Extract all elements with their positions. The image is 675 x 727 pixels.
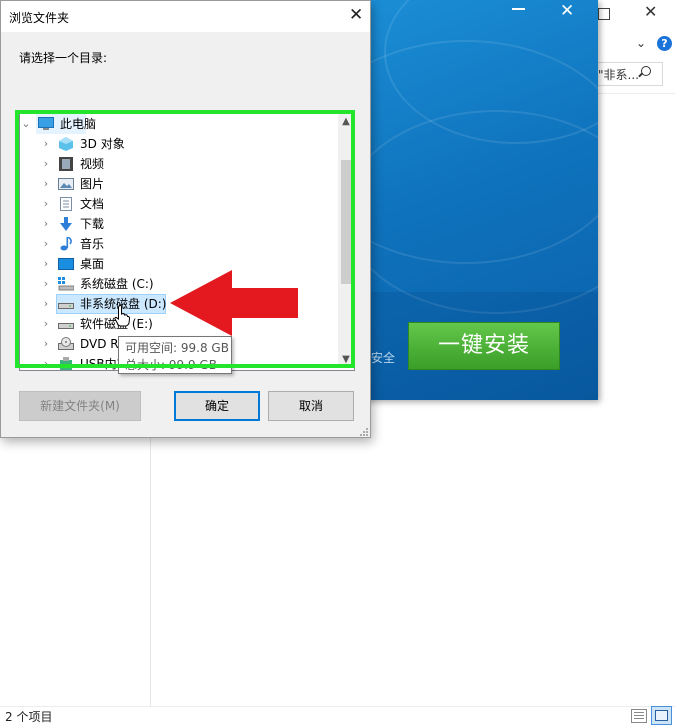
dvd-drive-icon <box>58 337 74 350</box>
resize-grip-icon[interactable] <box>359 427 369 437</box>
tree-item-label: 系统磁盘 (C:) <box>80 277 154 291</box>
tree-item-label: 视频 <box>80 157 105 171</box>
scroll-up-icon[interactable]: ▲ <box>338 114 354 130</box>
scrollbar-thumb[interactable] <box>341 160 351 284</box>
dialog-title: 浏览文件夹 <box>9 11 70 25</box>
desktop-icon <box>58 258 74 270</box>
chevron-right-icon[interactable]: › <box>40 214 52 234</box>
usb-drive-icon <box>60 357 72 370</box>
videos-icon <box>59 157 73 171</box>
tree-item-label: 图片 <box>80 177 105 191</box>
pictures-icon <box>58 178 74 190</box>
maximize-icon[interactable] <box>598 8 610 20</box>
chevron-right-icon[interactable]: › <box>40 274 52 294</box>
chevron-right-icon[interactable]: › <box>40 134 52 154</box>
status-bar <box>0 706 675 727</box>
tree-item-3d-objects[interactable]: › 3D 对象 <box>20 134 340 154</box>
documents-icon <box>60 197 72 211</box>
drive-icon <box>58 303 74 309</box>
chevron-right-icon[interactable]: › <box>40 174 52 194</box>
music-icon <box>60 237 72 251</box>
tree-item-label: 此电脑 <box>60 117 97 131</box>
chevron-right-icon[interactable]: › <box>40 194 52 214</box>
chevron-down-icon[interactable]: ⌄ <box>636 36 646 50</box>
dialog-prompt: 请选择一个目录: <box>19 51 108 65</box>
new-folder-button[interactable]: 新建文件夹(M) <box>19 391 141 421</box>
tree-item-downloads[interactable]: › 下载 <box>20 214 340 234</box>
search-input-text[interactable]: "非系... <box>598 66 639 83</box>
item-count: 2 个项目 <box>5 710 53 724</box>
chevron-right-icon[interactable]: › <box>40 354 52 370</box>
chevron-right-icon[interactable]: › <box>40 294 52 314</box>
tree-item-label: 桌面 <box>80 257 105 271</box>
tree-scrollbar[interactable]: ▲ ▼ <box>338 114 354 368</box>
tree-item-label: 下载 <box>80 217 105 231</box>
chevron-right-icon[interactable]: › <box>40 334 52 354</box>
drive-space-tooltip: 可用空间: 99.8 GB 总大小: 99.9 GB <box>118 336 232 374</box>
close-icon[interactable]: ✕ <box>560 1 574 21</box>
tree-item-music[interactable]: › 音乐 <box>20 234 340 254</box>
hand-cursor-icon <box>114 305 130 327</box>
cancel-button[interactable]: 取消 <box>268 391 354 421</box>
search-icon[interactable] <box>641 66 651 76</box>
chevron-right-icon[interactable]: › <box>40 254 52 274</box>
system-drive-icon <box>58 277 74 291</box>
close-icon[interactable]: ✕ <box>644 2 657 21</box>
tree-item-pictures[interactable]: › 图片 <box>20 174 340 194</box>
ok-button[interactable]: 确定 <box>174 391 260 421</box>
red-arrow-icon <box>170 270 298 336</box>
downloads-icon <box>60 217 72 231</box>
scroll-down-icon[interactable]: ▼ <box>338 352 354 368</box>
drive-icon <box>58 323 74 329</box>
details-view-icon[interactable] <box>631 709 647 723</box>
tree-item-this-pc[interactable]: ⌄ 此电脑 <box>20 114 340 134</box>
tooltip-total-size: 总大小: 99.9 GB <box>125 358 217 372</box>
installer-partial-text: 安全 <box>371 351 396 365</box>
tree-item-documents[interactable]: › 文档 <box>20 194 340 214</box>
computer-icon <box>38 117 54 130</box>
dialog-titlebar: 浏览文件夹 ✕ <box>1 1 370 32</box>
one-click-install-button[interactable]: 一键安装 <box>408 322 560 370</box>
tree-item-label: 音乐 <box>80 237 105 251</box>
tree-item-label: 文档 <box>80 197 105 211</box>
expanded-chevron-icon[interactable]: ⌄ <box>20 114 32 134</box>
close-icon[interactable]: ✕ <box>349 5 363 25</box>
tree-item-videos[interactable]: › 视频 <box>20 154 340 174</box>
minimize-icon[interactable] <box>512 8 525 10</box>
tree-item-label: 3D 对象 <box>80 137 125 151</box>
tooltip-free-space: 可用空间: 99.8 GB <box>125 341 229 355</box>
3d-objects-icon <box>59 137 73 151</box>
large-icons-view-icon[interactable] <box>651 706 672 725</box>
chevron-right-icon[interactable]: › <box>40 154 52 174</box>
chevron-right-icon[interactable]: › <box>40 234 52 254</box>
help-icon[interactable]: ? <box>657 36 672 51</box>
chevron-right-icon[interactable]: › <box>40 314 52 334</box>
